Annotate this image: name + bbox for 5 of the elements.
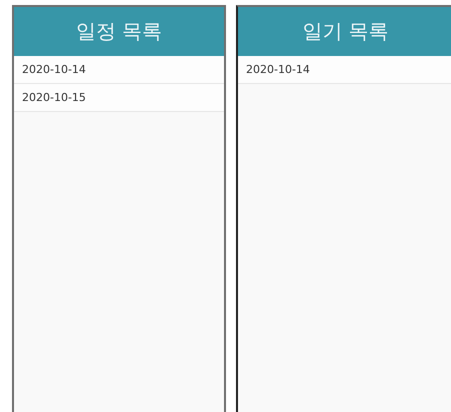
- list-item[interactable]: 2020-10-14: [14, 56, 224, 84]
- list-item[interactable]: 2020-10-14: [238, 56, 451, 84]
- panel-header: 일기 목록: [238, 7, 451, 56]
- panel-header: 일정 목록: [14, 7, 224, 56]
- list-item[interactable]: 2020-10-15: [14, 84, 224, 112]
